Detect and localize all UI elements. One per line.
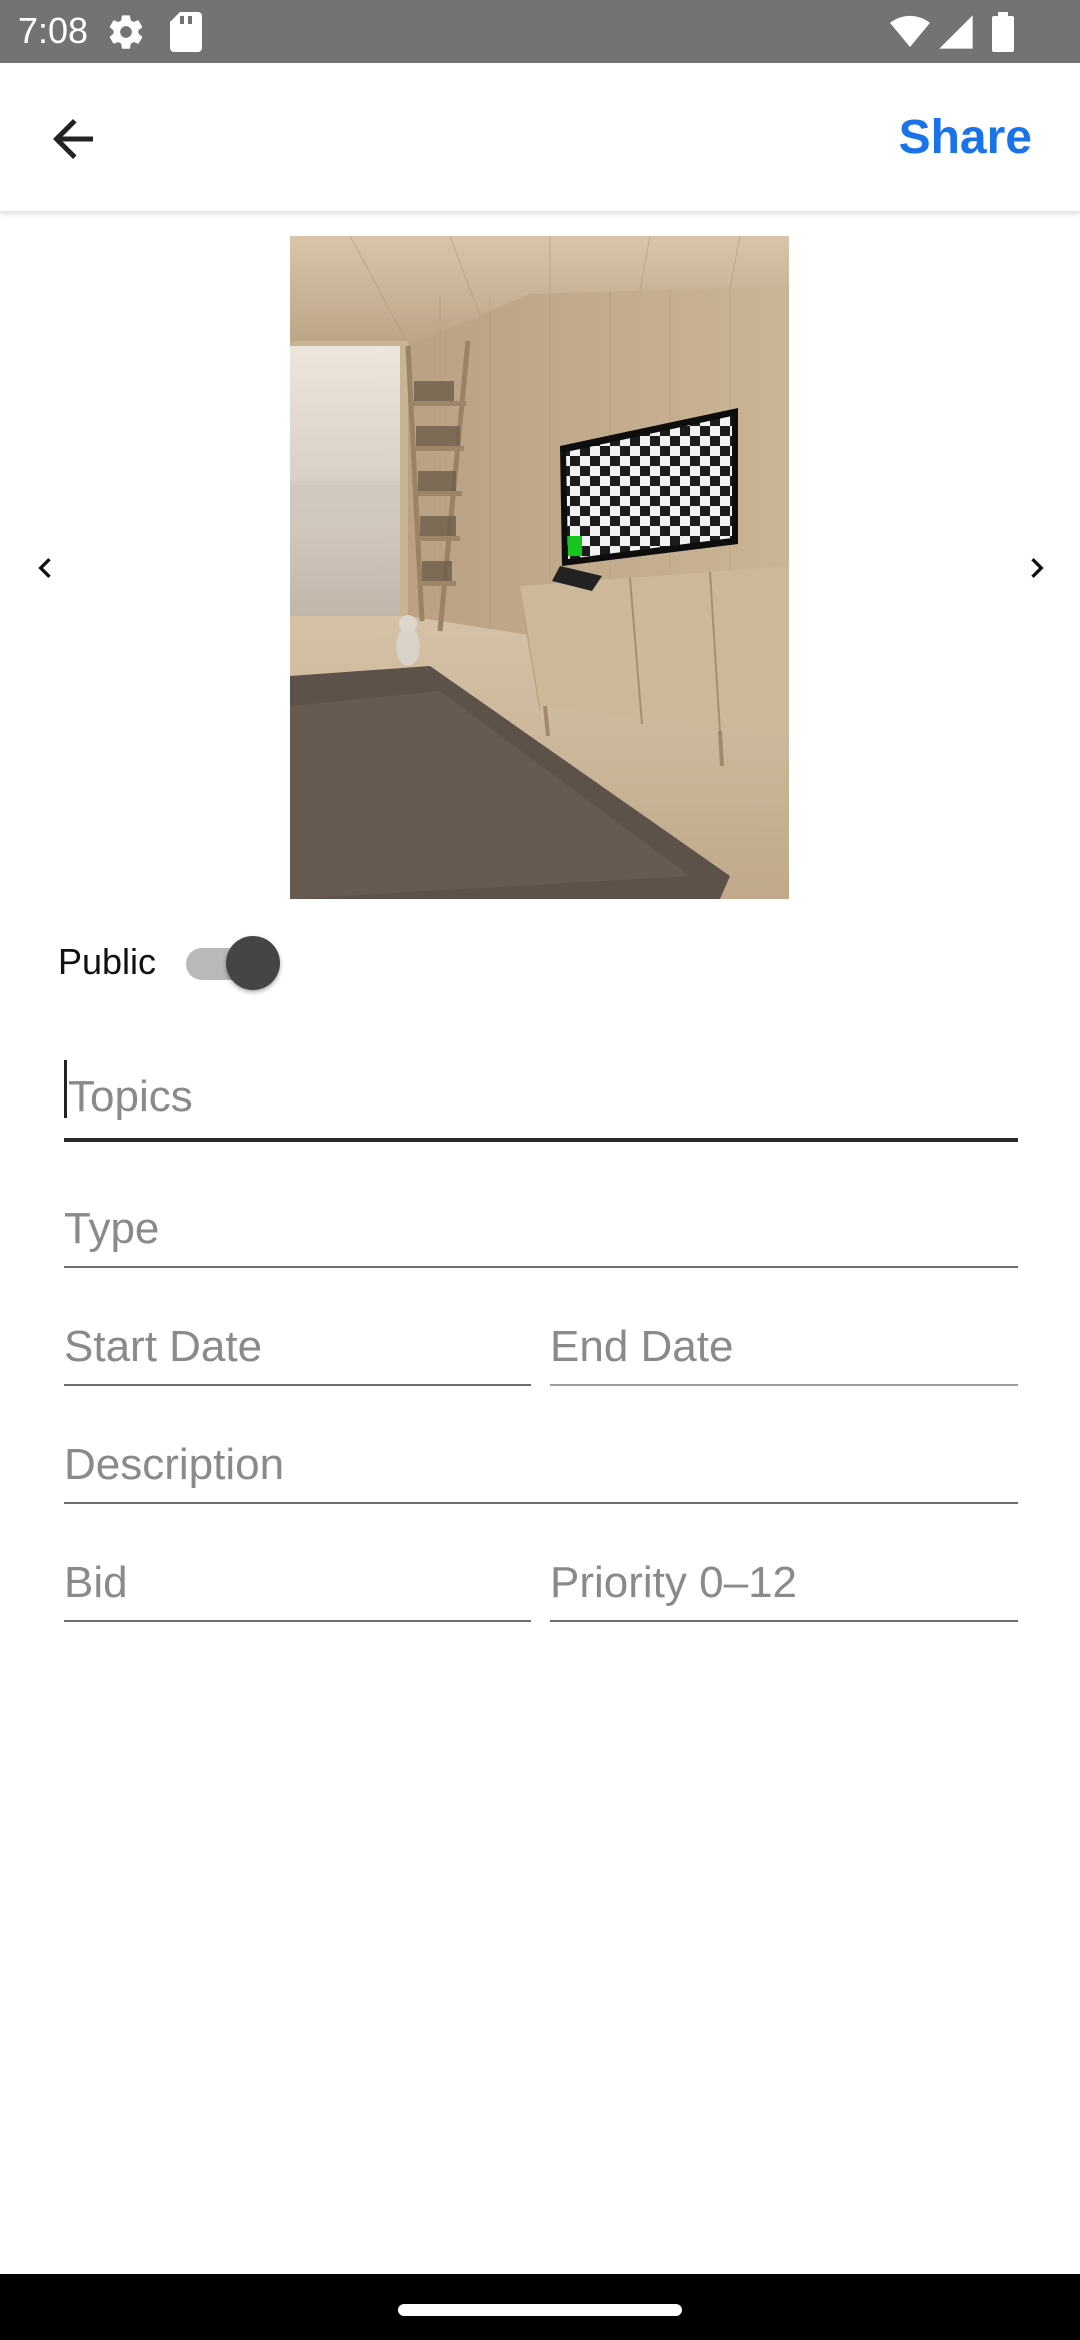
priority-field[interactable] bbox=[550, 1544, 1018, 1622]
status-time: 7:08 bbox=[18, 10, 89, 51]
text-caret bbox=[64, 1060, 67, 1118]
gear-icon bbox=[106, 12, 146, 57]
chevron-left-icon bbox=[38, 558, 51, 578]
navigation-bar bbox=[0, 2274, 1080, 2340]
status-bar: 7:08 bbox=[0, 0, 1080, 63]
public-toggle-row: Public bbox=[58, 930, 358, 996]
battery-icon bbox=[992, 12, 1014, 57]
bid-input[interactable] bbox=[64, 1544, 531, 1622]
carousel-image[interactable] bbox=[290, 236, 789, 899]
carousel-prev-button[interactable] bbox=[20, 545, 70, 591]
topics-input[interactable] bbox=[64, 1052, 1018, 1142]
topics-field[interactable] bbox=[64, 1052, 1018, 1142]
description-input[interactable] bbox=[64, 1426, 1018, 1504]
home-gesture-handle[interactable] bbox=[398, 2304, 682, 2316]
bid-field[interactable] bbox=[64, 1544, 531, 1622]
share-button[interactable]: Share bbox=[899, 105, 1032, 171]
arrow-left-icon bbox=[53, 119, 93, 159]
start-date-input[interactable] bbox=[64, 1308, 531, 1386]
wifi-icon bbox=[890, 12, 930, 57]
start-date-underline bbox=[64, 1384, 531, 1386]
screen: 7:08 Share Public Topics Type Start Date… bbox=[0, 0, 1080, 2340]
bid-underline bbox=[64, 1620, 531, 1622]
priority-input[interactable] bbox=[550, 1544, 1018, 1622]
topics-underline bbox=[64, 1138, 1018, 1142]
description-underline bbox=[64, 1502, 1018, 1504]
public-toggle[interactable] bbox=[186, 934, 282, 990]
end-date-input[interactable] bbox=[550, 1308, 1018, 1386]
public-label: Public bbox=[58, 941, 157, 982]
app-bar: Share bbox=[0, 63, 1080, 211]
priority-underline bbox=[550, 1620, 1018, 1622]
type-field[interactable] bbox=[64, 1190, 1018, 1268]
end-date-underline bbox=[550, 1384, 1018, 1386]
start-date-field[interactable] bbox=[64, 1308, 531, 1386]
description-field[interactable] bbox=[64, 1426, 1018, 1504]
sd-card-icon bbox=[170, 12, 202, 57]
carousel-next-button[interactable] bbox=[1012, 545, 1062, 591]
end-date-field[interactable] bbox=[550, 1308, 1018, 1386]
signal-icon bbox=[936, 12, 976, 57]
room-photo bbox=[290, 236, 789, 899]
toggle-thumb bbox=[226, 936, 280, 990]
back-button[interactable] bbox=[28, 101, 118, 177]
chevron-right-icon bbox=[1031, 558, 1044, 578]
type-input[interactable] bbox=[64, 1190, 1018, 1268]
type-underline bbox=[64, 1266, 1018, 1268]
